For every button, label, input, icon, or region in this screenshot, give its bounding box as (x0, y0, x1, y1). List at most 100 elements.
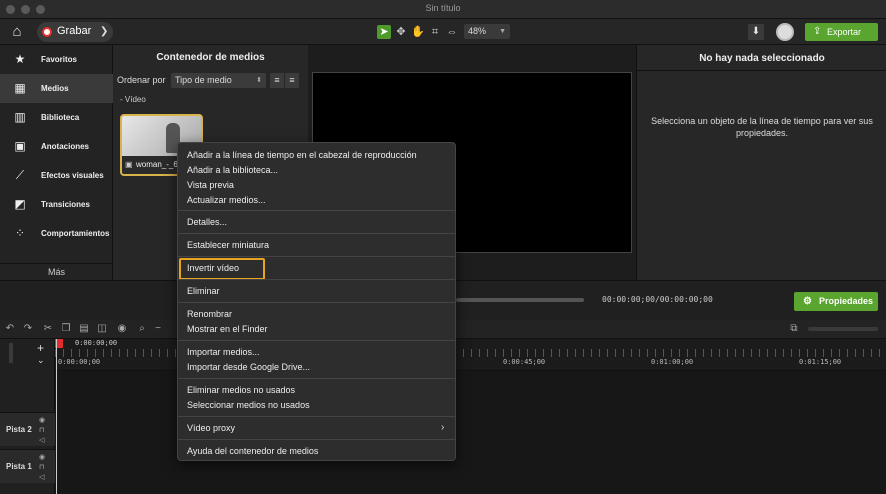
sidebar: ★ Favoritos ▦ Medios ▥ Biblioteca ▣ Anot… (0, 45, 113, 280)
zoom-out-icon[interactable]: − (152, 323, 164, 335)
share-icon: ⇪ (813, 26, 822, 37)
ruler-tick-label: 0:01:00;00 (651, 358, 694, 366)
lock-icon[interactable]: ⊓ (39, 426, 44, 434)
home-icon[interactable]: ⌂ (8, 23, 26, 41)
paste-icon[interactable]: ▤ (78, 323, 90, 335)
pan-arrows-icon[interactable]: ✥ (394, 25, 408, 39)
track-name: Pista 2 (6, 425, 32, 434)
sidebar-item-label: Transiciones (41, 200, 90, 209)
menu-separator (178, 279, 455, 280)
divider (637, 70, 886, 71)
menu-item-preview[interactable]: Vista previa (187, 180, 234, 190)
menu-item-add-to-library[interactable]: Añadir a la biblioteca... (187, 165, 278, 175)
sidebar-item-label: Medios (41, 84, 69, 93)
menu-item-select-unused[interactable]: Seleccionar medios no usados (187, 400, 310, 410)
snapshot-icon[interactable]: ◉ (116, 323, 128, 335)
ruler-tick-label: 0:01:15;00 (799, 358, 842, 366)
sort-ascending-icon[interactable]: ≡ (270, 73, 284, 88)
properties-button[interactable]: ⚙ Propiedades (794, 292, 878, 311)
record-button[interactable]: Grabar ❯ (37, 22, 113, 42)
film-icon: ▦ (14, 81, 26, 95)
download-icon[interactable]: ⬇ (748, 24, 764, 40)
track-name: Pista 1 (6, 462, 32, 471)
copy-icon[interactable]: ❐ (60, 323, 72, 335)
track-height-slider[interactable] (9, 343, 13, 363)
zoom-search-icon[interactable]: ⌕ (136, 323, 148, 335)
menu-item-delete[interactable]: Eliminar (187, 286, 220, 296)
menu-item-show-in-finder[interactable]: Mostrar en el Finder (187, 324, 268, 334)
sidebar-item-comportamientos[interactable]: ⁘ Comportamientos (0, 219, 113, 248)
sort-select[interactable]: Tipo de medio ⬍ (171, 73, 266, 88)
sound-icon[interactable]: ◁ (39, 436, 44, 444)
video-section-header[interactable]: - Vídeo (120, 95, 146, 104)
menu-separator (178, 256, 455, 257)
sort-descending-icon[interactable]: ≡ (285, 73, 299, 88)
avatar[interactable] (776, 23, 794, 41)
more-button[interactable]: Más (0, 263, 113, 280)
redo-icon[interactable]: ↷ (22, 323, 34, 335)
track-controls: + ⌄ Pista 2 ◉ ⊓ ◁ Pista 1 ◉ ⊓ ◁ (0, 339, 55, 494)
crop-icon[interactable]: ⌗ (428, 25, 442, 39)
menu-item-import-google-drive[interactable]: Importar desde Google Drive... (187, 362, 310, 372)
menu-item-help[interactable]: Ayuda del contenedor de medios (187, 446, 318, 456)
sidebar-item-label: Biblioteca (41, 113, 80, 122)
menu-item-proxy-video[interactable]: Vídeo proxy (187, 423, 235, 433)
sidebar-item-medios[interactable]: ▦ Medios (0, 74, 113, 103)
track-label-2[interactable]: Pista 2 ◉ ⊓ ◁ (0, 412, 55, 446)
menu-separator (178, 378, 455, 379)
star-icon: ★ (14, 52, 26, 66)
cut-icon[interactable]: ✂ (42, 323, 54, 335)
menu-item-rename[interactable]: Renombrar (187, 309, 232, 319)
menu-item-reverse-video[interactable]: Invertir vídeo (187, 263, 239, 273)
split-icon[interactable]: ◫ (96, 323, 108, 335)
track-label-1[interactable]: Pista 1 ◉ ⊓ ◁ (0, 449, 55, 483)
chevron-down-icon[interactable]: ⌄ (37, 355, 45, 366)
timecode: 00:00:00;00/00:00:00;00 (602, 295, 713, 304)
scrub-bar[interactable] (456, 298, 584, 302)
menu-item-update-media[interactable]: Actualizar medios... (187, 195, 266, 205)
ruler-tick-label: 0:00:00;00 (58, 358, 101, 366)
chevron-right-icon: › (441, 422, 445, 433)
sidebar-item-label: Anotaciones (41, 142, 90, 151)
sidebar-item-anotaciones[interactable]: ▣ Anotaciones (0, 132, 113, 161)
menu-item-set-thumbnail[interactable]: Establecer miniatura (187, 240, 269, 250)
magic-wand-icon: ⟋ (15, 168, 25, 182)
menu-item-import-media[interactable]: Importar medios... (187, 347, 260, 357)
sidebar-item-biblioteca[interactable]: ▥ Biblioteca (0, 103, 113, 132)
hand-icon[interactable]: ✋ (411, 25, 425, 39)
fit-icon[interactable]: ⇔ (445, 25, 459, 39)
properties-panel: No hay nada seleccionado Selecciona un o… (636, 45, 886, 280)
behaviors-icon: ⁘ (14, 226, 26, 240)
sidebar-item-efectos-visuales[interactable]: ⟋ Efectos visuales (0, 161, 113, 190)
sidebar-item-transiciones[interactable]: ◩ Transiciones (0, 190, 113, 219)
window-title: Sin título (425, 3, 461, 13)
main-toolbar: ⌂ Grabar ❯ ➤ ✥ ✋ ⌗ ⇔ 48% ▼ ⬇ ⇪ Exportar (0, 19, 886, 45)
zoom-select[interactable]: 48% ▼ (464, 24, 510, 39)
timeline-zoom-slider[interactable] (808, 327, 878, 331)
eye-icon[interactable]: ◉ (39, 416, 45, 424)
sound-icon[interactable]: ◁ (39, 473, 44, 481)
gear-icon: ⚙ (803, 296, 812, 307)
sidebar-item-favoritos[interactable]: ★ Favoritos (0, 45, 113, 74)
chevron-right-icon: ❯ (100, 26, 109, 37)
undo-icon[interactable]: ↶ (4, 323, 16, 335)
eye-icon[interactable]: ◉ (39, 453, 45, 461)
annotation-icon: ▣ (14, 139, 26, 153)
export-label: Exportar (827, 27, 862, 37)
context-menu: Añadir a la línea de tiempo en el cabeza… (177, 142, 456, 461)
books-icon: ▥ (14, 110, 26, 124)
menu-item-delete-unused[interactable]: Eliminar medios no usados (187, 385, 295, 395)
properties-title: No hay nada seleccionado (699, 53, 825, 64)
playhead-time: 0:00:00;00 (75, 339, 118, 347)
pointer-icon[interactable]: ➤ (377, 25, 391, 39)
lock-icon[interactable]: ⊓ (39, 463, 44, 471)
media-bin-title: Contenedor de medios (156, 52, 265, 63)
add-track-icon[interactable]: + (37, 341, 44, 355)
detach-icon[interactable]: ⧉ (788, 323, 800, 335)
menu-item-details[interactable]: Detalles... (187, 217, 227, 227)
properties-button-label: Propiedades (819, 296, 874, 306)
menu-item-add-to-timeline[interactable]: Añadir a la línea de tiempo en el cabeza… (187, 150, 417, 160)
export-button[interactable]: ⇪ Exportar (805, 23, 878, 41)
record-label: Grabar (57, 25, 92, 37)
updown-icon: ⬍ (256, 77, 262, 84)
